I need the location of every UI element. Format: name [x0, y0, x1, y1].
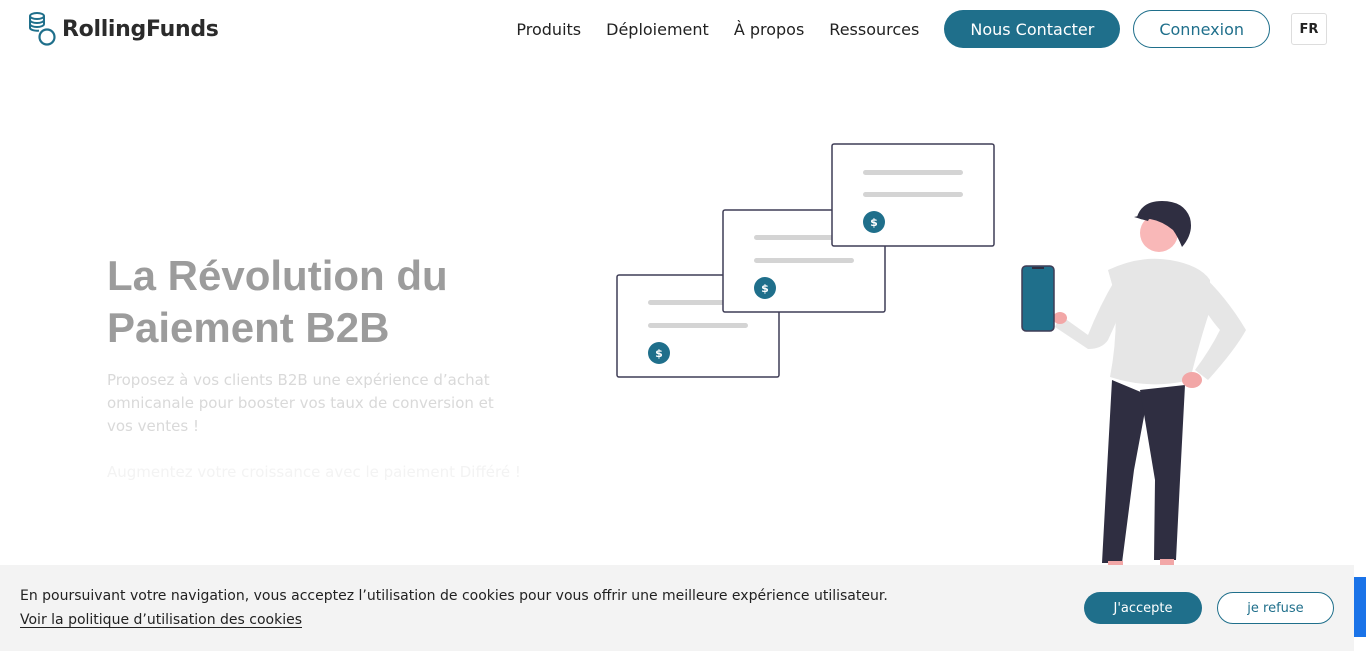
- cookie-banner: En poursuivant votre navigation, vous ac…: [0, 565, 1354, 651]
- side-widget-tab[interactable]: [1354, 577, 1366, 637]
- login-button[interactable]: Connexion: [1133, 10, 1270, 48]
- accept-cookies-button[interactable]: J'accepte: [1084, 592, 1202, 624]
- cookie-policy-link[interactable]: Voir la politique d’utilisation des cook…: [20, 612, 302, 628]
- coin-stack-icon: [29, 12, 56, 46]
- invoice-card: $: [831, 143, 995, 247]
- cookie-message: En poursuivant votre navigation, vous ac…: [20, 588, 888, 604]
- phone-icon: [1021, 265, 1055, 332]
- svg-text:$: $: [870, 216, 878, 229]
- nav-link-ressources[interactable]: Ressources: [829, 20, 919, 39]
- main-nav: Produits Déploiement À propos Ressources…: [516, 10, 1327, 48]
- hero-illustration: $ $ $: [616, 143, 1246, 567]
- logo-text: RollingFunds: [62, 16, 219, 42]
- dollar-coin-icon: $: [863, 211, 885, 233]
- hero-title-line2: Paiement B2B: [107, 304, 390, 351]
- svg-text:$: $: [761, 282, 769, 295]
- logo[interactable]: RollingFunds: [27, 12, 219, 46]
- dollar-coin-icon: $: [754, 277, 776, 299]
- nav-link-deploiement[interactable]: Déploiement: [606, 20, 709, 39]
- svg-text:$: $: [655, 347, 663, 360]
- contact-button[interactable]: Nous Contacter: [944, 10, 1121, 48]
- language-selector[interactable]: FR: [1291, 13, 1327, 45]
- nav-link-produits[interactable]: Produits: [516, 20, 581, 39]
- hero-title-line1: La Révolution du: [107, 252, 448, 299]
- person-illustration: [1021, 201, 1246, 567]
- hero-subtitle: Proposez à vos clients B2B une expérienc…: [107, 371, 494, 435]
- hero-tagline: Augmentez votre croissance avec le paiem…: [107, 463, 521, 481]
- site-header: RollingFunds Produits Déploiement À prop…: [0, 0, 1366, 60]
- dollar-coin-icon: $: [648, 342, 670, 364]
- hero-title: La Révolution du Paiement B2B: [107, 250, 547, 354]
- nav-link-a-propos[interactable]: À propos: [734, 20, 804, 39]
- refuse-cookies-button[interactable]: je refuse: [1217, 592, 1334, 624]
